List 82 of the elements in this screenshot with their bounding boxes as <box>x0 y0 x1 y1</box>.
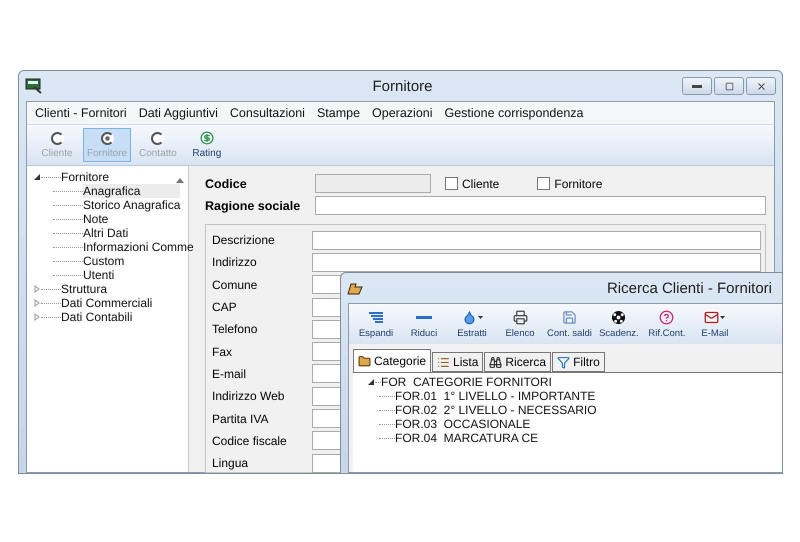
menu-item[interactable]: Dati Aggiuntivi <box>138 106 218 120</box>
field-label: Telefono <box>212 322 258 336</box>
close-button[interactable] <box>746 77 776 95</box>
tree-item[interactable]: Utenti <box>83 268 114 282</box>
field-label: Lingua <box>212 456 250 470</box>
minimize-icon <box>692 84 702 88</box>
menu-item[interactable]: Clienti - Fornitori <box>35 106 127 120</box>
menu-item[interactable]: Gestione corrispondenza <box>444 106 584 120</box>
field-label: Indirizzo <box>212 255 258 270</box>
field-label: Partita IVA <box>212 412 270 426</box>
radio-icon <box>151 132 164 144</box>
toolbar-button[interactable]: Elenco <box>497 306 543 342</box>
field-label: E-mail <box>212 366 248 381</box>
field-label: Ragione sociale <box>205 198 302 212</box>
tree-item[interactable]: Note <box>83 212 108 226</box>
tree-item[interactable]: Anagrafica <box>83 184 180 198</box>
toolbar-button[interactable]: Scadenz. <box>596 306 642 342</box>
maximize-button[interactable] <box>714 77 744 95</box>
tree-item[interactable]: FOR.02 2° LIVELLO - NECESSARIO <box>395 403 597 417</box>
tab[interactable]: Filtro <box>552 352 605 372</box>
tree-item[interactable]: Struttura <box>61 282 108 296</box>
tree-item[interactable]: Dati Contabili <box>61 310 132 324</box>
maximize-icon <box>724 82 734 90</box>
tab[interactable]: Lista <box>432 352 484 372</box>
folder-icon <box>347 282 363 294</box>
tab[interactable]: Categorie <box>353 349 432 372</box>
checkbox-label: Cliente <box>462 176 500 190</box>
radio-icon <box>100 132 114 144</box>
menu-item[interactable]: Operazioni <box>372 106 432 120</box>
toolbar-button[interactable]: Estratti <box>449 306 495 342</box>
field-label: Fax <box>212 344 234 359</box>
mail-icon <box>704 310 720 325</box>
toolbar-button[interactable]: Rating <box>184 128 229 162</box>
printer-icon <box>512 310 528 325</box>
close-icon <box>756 80 766 92</box>
input-field[interactable] <box>315 196 766 215</box>
lines-icon <box>368 310 384 324</box>
toolbar-button[interactable]: Cont. saldi <box>545 306 594 342</box>
input-field[interactable] <box>312 252 761 272</box>
toolbar-button[interactable]: Rif.Cont. <box>644 306 690 342</box>
folder-icon <box>358 354 371 368</box>
help-icon <box>659 310 674 325</box>
tree-item[interactable]: Informazioni Comme <box>83 240 194 254</box>
tree-item[interactable]: Altri Dati <box>83 226 128 240</box>
checkbox-label: Fornitore <box>554 176 602 190</box>
field-label: Indirizzo Web <box>212 389 286 404</box>
minus-icon <box>416 316 432 319</box>
tab[interactable]: Ricerca <box>484 352 552 372</box>
tree-item[interactable]: FOR.01 1° LIVELLO - IMPORTANTE <box>395 389 596 403</box>
tree-item[interactable]: FOR.04 MARCATURA CE <box>395 431 538 445</box>
input-field[interactable] <box>312 230 761 250</box>
ball-icon <box>611 310 626 325</box>
field-label: Codice <box>205 176 248 190</box>
window-title: Fornitore <box>371 78 433 94</box>
menu-item[interactable]: Consultazioni <box>230 106 305 120</box>
toolbar-button[interactable]: Riduci <box>401 306 447 342</box>
app-icon <box>25 78 43 94</box>
dollar-icon <box>200 131 214 145</box>
menu-item[interactable]: Stampe <box>316 106 360 120</box>
field-label: CAP <box>212 300 238 314</box>
tree-item[interactable]: Custom <box>83 254 124 268</box>
droplet-icon <box>462 310 476 325</box>
tree-item[interactable]: FOR.03 OCCASIONALE <box>395 417 530 431</box>
field-label: Descrizione <box>212 233 276 248</box>
field-label: Comune <box>212 278 258 292</box>
checkbox[interactable] <box>537 177 550 190</box>
field-label: Codice fiscale <box>212 434 288 448</box>
scroll-up-icon[interactable] <box>176 177 184 183</box>
toolbar-button[interactable]: Espandi <box>353 306 399 342</box>
list-icon <box>437 356 450 368</box>
tree-item[interactable]: FOR CATEGORIE FORNITORI <box>381 375 552 389</box>
tree-item[interactable]: Storico Anagrafica <box>83 198 180 212</box>
minimize-button[interactable] <box>682 77 712 95</box>
radio-icon <box>50 132 64 144</box>
tree-item[interactable]: Dati Commerciali <box>61 296 152 310</box>
tree-item[interactable]: Fornitore <box>61 170 110 184</box>
expanded-icon[interactable] <box>33 173 41 181</box>
dialog-title: Ricerca Clienti - Fornitori <box>606 280 772 296</box>
binoculars-icon <box>489 356 502 368</box>
filter-icon <box>557 356 570 368</box>
checkbox[interactable] <box>445 177 458 190</box>
toolbar-button[interactable]: E-Mail <box>692 306 738 342</box>
